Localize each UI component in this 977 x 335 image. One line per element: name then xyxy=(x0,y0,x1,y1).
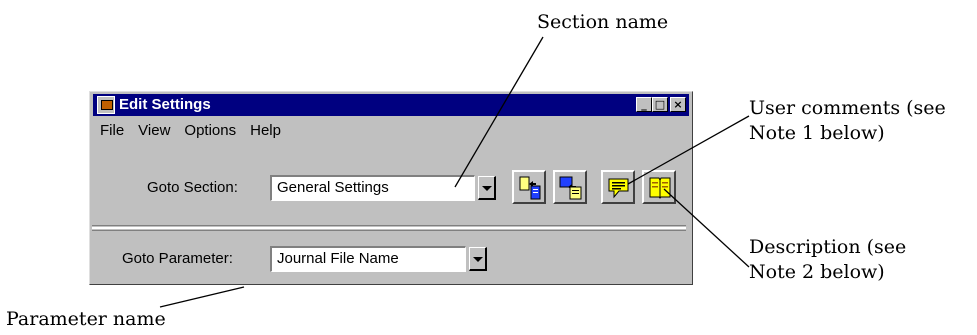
window-title: Edit Settings xyxy=(119,96,211,113)
paste-section-icon xyxy=(559,176,582,200)
maximize-button[interactable]: □ xyxy=(652,97,668,112)
copy-section-icon xyxy=(519,176,541,200)
user-comments-callout-line2: Note 1 below) xyxy=(749,122,885,144)
title-bar[interactable]: Edit Settings _ □ × xyxy=(93,94,689,116)
description-button[interactable] xyxy=(642,170,676,204)
parameter-name-callout: Parameter name xyxy=(6,308,166,330)
goto-section-dropdown-button[interactable] xyxy=(478,176,496,200)
menu-view[interactable]: View xyxy=(131,120,177,142)
section-name-callout: Section name xyxy=(537,11,669,33)
user-comments-icon xyxy=(608,178,629,199)
goto-section-input[interactable]: General Settings xyxy=(270,175,475,201)
description-book-icon xyxy=(649,177,671,199)
description-callout-line2: Note 2 below) xyxy=(749,261,885,283)
menu-file[interactable]: File xyxy=(93,120,131,142)
goto-parameter-label: Goto Parameter: xyxy=(122,250,233,267)
user-comments-button[interactable] xyxy=(601,170,635,204)
menu-options[interactable]: Options xyxy=(177,120,243,142)
goto-parameter-input[interactable]: Journal File Name xyxy=(270,246,466,272)
minimize-button[interactable]: _ xyxy=(636,97,652,112)
close-button[interactable]: × xyxy=(670,97,686,112)
paste-section-button[interactable] xyxy=(553,170,587,204)
menu-help[interactable]: Help xyxy=(243,120,288,142)
parameter-name-leader xyxy=(159,286,245,308)
toolbar-separator xyxy=(92,225,686,231)
user-comments-callout-line1: User comments (see xyxy=(749,97,946,119)
goto-parameter-dropdown-button[interactable] xyxy=(469,247,487,271)
description-callout-line1: Description (see xyxy=(749,236,907,258)
menu-bar: File View Options Help xyxy=(93,120,288,142)
copy-section-button[interactable] xyxy=(512,170,546,204)
app-icon xyxy=(97,96,115,114)
goto-section-label: Goto Section: xyxy=(147,179,238,196)
